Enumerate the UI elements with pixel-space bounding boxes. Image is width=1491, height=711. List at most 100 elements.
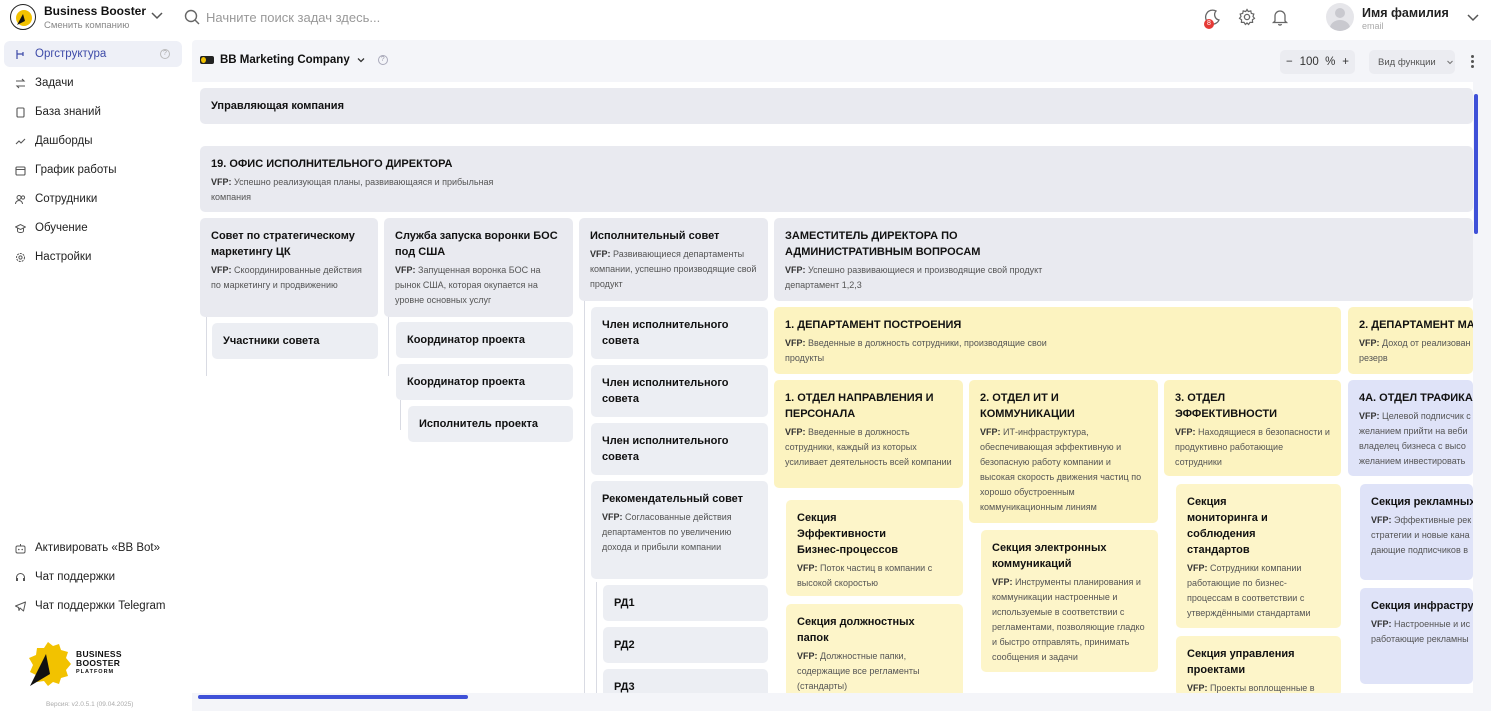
calendar-icon xyxy=(15,165,26,176)
vertical-scrollbar[interactable] xyxy=(1474,94,1478,234)
org-node-management[interactable]: Управляющая компания xyxy=(200,88,1473,124)
org-node-council[interactable]: Совет по стратегическому маркетингу ЦК V… xyxy=(200,218,378,317)
sidebar-item-label: Задачи xyxy=(35,77,74,89)
chevron-down-icon[interactable] xyxy=(1466,10,1480,24)
sidebar-item-activate-bot[interactable]: Активировать «BB Bot» xyxy=(4,535,182,561)
chevron-down-icon[interactable] xyxy=(150,8,164,22)
node-title: Секция инфраструктуры рекламы xyxy=(1371,600,1473,612)
node-title: 2. ОТДЕЛ ИТ И КОММУНИКАЦИИ xyxy=(980,392,1075,420)
org-chart-canvas[interactable]: Управляющая компания 19. ОФИС ИСПОЛНИТЕЛ… xyxy=(192,82,1473,693)
org-node-coordinator-1[interactable]: Координатор проекта xyxy=(396,322,573,358)
sidebar-item-training[interactable]: Обучение xyxy=(4,215,182,241)
node-title: Координатор проекта xyxy=(407,334,526,346)
bot-icon xyxy=(15,543,26,554)
org-node-member-1[interactable]: Член исполнительного совета xyxy=(591,307,768,359)
org-node-section-monitoring[interactable]: Секция мониторинга и соблюдения стандарт… xyxy=(1176,484,1341,628)
org-node-otdel-2[interactable]: 2. ОТДЕЛ ИТ И КОММУНИКАЦИИ VFP: ИТ-инфра… xyxy=(969,380,1158,523)
org-node-council-members[interactable]: Участники совета xyxy=(212,323,378,359)
org-node-rd2[interactable]: РД2 xyxy=(603,627,768,663)
org-node-deputy[interactable]: ЗАМЕСТИТЕЛЬ ДИРЕКТОРА ПО АДМИНИСТРАТИВНЫ… xyxy=(774,218,1473,301)
sidebar-item-label: Сотрудники xyxy=(35,193,98,205)
org-node-executor[interactable]: Исполнитель проекта xyxy=(408,406,573,442)
theme-toggle[interactable]: 8 xyxy=(1204,8,1222,29)
search-icon xyxy=(184,9,200,25)
view-function-label: Вид функции xyxy=(1378,56,1436,68)
org-node-section-projects[interactable]: Секция управления проектами VFP: Проекты… xyxy=(1176,636,1341,693)
org-node-member-3[interactable]: Член исполнительного совета xyxy=(591,423,768,475)
sidebar-item-orgstructure[interactable]: Оргструктура ? xyxy=(4,41,182,67)
node-title: 19. ОФИС ИСПОЛНИТЕЛЬНОГО ДИРЕКТОРА xyxy=(211,158,453,170)
org-node-otdel-1[interactable]: 1. ОТДЕЛ НАПРАВЛЕНИЯ И ПЕРСОНАЛА VFP: Вв… xyxy=(774,380,963,488)
node-vfp: VFP: Введенные в должность сотрудники, к… xyxy=(785,427,952,467)
sidebar-item-label: База знаний xyxy=(35,106,101,118)
user-menu[interactable]: Имя фамилия email xyxy=(1326,3,1449,31)
sidebar-item-schedule[interactable]: График работы xyxy=(4,157,182,183)
connector-line xyxy=(388,316,389,376)
more-options-icon[interactable] xyxy=(1471,55,1475,69)
node-title: Исполнительный совет xyxy=(590,230,720,242)
brand-name: Business Booster xyxy=(44,4,147,18)
change-company-link[interactable]: Сменить компанию xyxy=(44,20,154,31)
trend-icon xyxy=(15,136,26,147)
sidebar-item-label: Активировать «BB Bot» xyxy=(35,542,161,554)
platform-logo-text: BUSINESS BOOSTER PLATFORM xyxy=(76,649,122,676)
node-title: 1. ДЕПАРТАМЕНТ ПОСТРОЕНИЯ xyxy=(785,319,962,331)
sidebar-item-settings[interactable]: Настройки xyxy=(4,244,182,270)
sidebar-item-dashboards[interactable]: Дашборды xyxy=(4,128,182,154)
zoom-in-button[interactable]: + xyxy=(1342,56,1349,68)
org-node-otdel-3[interactable]: 3. ОТДЕЛ ЭФФЕКТИВНОСТИ VFP: Находящиеся … xyxy=(1164,380,1341,476)
view-function-dropdown[interactable]: Вид функции xyxy=(1369,50,1455,74)
sidebar-item-tasks[interactable]: Задачи xyxy=(4,70,182,96)
node-vfp: VFP: Поток частиц в компании с высокой с… xyxy=(797,563,933,588)
help-icon[interactable]: ? xyxy=(377,55,388,65)
org-node-section-ad-infrastructure[interactable]: Секция инфраструктуры рекламы VFP: Настр… xyxy=(1360,588,1473,684)
sidebar-item-telegram-support[interactable]: Чат поддержки Telegram xyxy=(4,593,182,619)
node-title: ЗАМЕСТИТЕЛЬ ДИРЕКТОРА ПО АДМИНИСТРАТИВНЫ… xyxy=(785,230,981,258)
sidebar-item-employees[interactable]: Сотрудники xyxy=(4,186,182,212)
company-selector[interactable]: BB Marketing Company ? xyxy=(200,54,388,66)
org-node-section-folders[interactable]: Секция должностных папок VFP: Должностны… xyxy=(786,604,963,693)
node-title: Член исполнительного совета xyxy=(602,377,729,405)
help-icon[interactable]: ? xyxy=(160,49,170,59)
node-vfp: VFP: Введенные в должность сотрудники, п… xyxy=(785,338,1047,363)
company-switcher[interactable]: Business Booster Сменить компанию xyxy=(10,4,146,31)
sidebar-item-label: Настройки xyxy=(35,251,92,263)
node-title: Член исполнительного совета xyxy=(602,435,729,463)
document-icon xyxy=(15,106,26,118)
org-node-coordinator-2[interactable]: Координатор проекта xyxy=(396,364,573,400)
version-label: Версия: v2.0.5.1 (09.04.2025) xyxy=(46,701,134,708)
org-node-rd3[interactable]: РД3 xyxy=(603,669,768,693)
node-title: Координатор проекта xyxy=(407,376,526,388)
booster-logo-icon xyxy=(29,642,71,686)
zoom-out-button[interactable]: − xyxy=(1286,56,1293,68)
node-vfp: VFP: Должностные папки, содержащие все р… xyxy=(797,651,920,691)
org-node-section-bp[interactable]: Секция Эффективности Бизнес-процессов VF… xyxy=(786,500,963,596)
horizontal-scrollbar[interactable] xyxy=(198,695,468,699)
chevron-down-icon xyxy=(356,55,366,65)
org-node-exec-council[interactable]: Исполнительный совет VFP: Развивающиеся … xyxy=(579,218,768,301)
org-node-rd1[interactable]: РД1 xyxy=(603,585,768,621)
sidebar-item-knowledge-base[interactable]: База знаний xyxy=(4,99,182,125)
org-node-section-ad-strategies[interactable]: Секция рекламных стратегий VFP: Эффектив… xyxy=(1360,484,1473,580)
org-node-dept-2[interactable]: 2. ДЕПАРТАМЕНТ МА VFP: Доход от реализов… xyxy=(1348,307,1473,374)
telegram-icon xyxy=(15,601,26,612)
node-title: Участники совета xyxy=(223,335,320,347)
org-node-launch[interactable]: Служба запуска воронки БОС под США VFP: … xyxy=(384,218,573,317)
org-chart-icon xyxy=(15,49,26,60)
org-node-dept-1[interactable]: 1. ДЕПАРТАМЕНТ ПОСТРОЕНИЯ VFP: Введенные… xyxy=(774,307,1341,374)
org-node-office[interactable]: 19. ОФИС ИСПОЛНИТЕЛЬНОГО ДИРЕКТОРА VFP: … xyxy=(200,146,1473,212)
connector-line xyxy=(400,400,401,430)
org-node-section-ecomm[interactable]: Секция электронных коммуникаций VFP: Инс… xyxy=(981,530,1158,672)
node-title: Секция должностных папок xyxy=(797,616,915,644)
org-node-member-2[interactable]: Член исполнительного совета xyxy=(591,365,768,417)
bell-icon[interactable] xyxy=(1271,8,1289,26)
node-title: Секция мониторинга и соблюдения стандарт… xyxy=(1187,496,1268,556)
gear-icon[interactable] xyxy=(1238,8,1256,26)
org-node-advisory[interactable]: Рекомендательный совет VFP: Согласованны… xyxy=(591,481,768,579)
org-node-otdel-4a[interactable]: 4А. ОТДЕЛ ТРАФИКА VFP: Целевой подписчик… xyxy=(1348,380,1473,476)
zoom-value: 100 % xyxy=(1299,56,1336,68)
search-input[interactable] xyxy=(206,9,506,25)
brand-logo-icon xyxy=(10,4,36,30)
sidebar-item-support-chat[interactable]: Чат поддержки xyxy=(4,564,182,590)
node-title: Управляющая компания xyxy=(211,100,344,112)
